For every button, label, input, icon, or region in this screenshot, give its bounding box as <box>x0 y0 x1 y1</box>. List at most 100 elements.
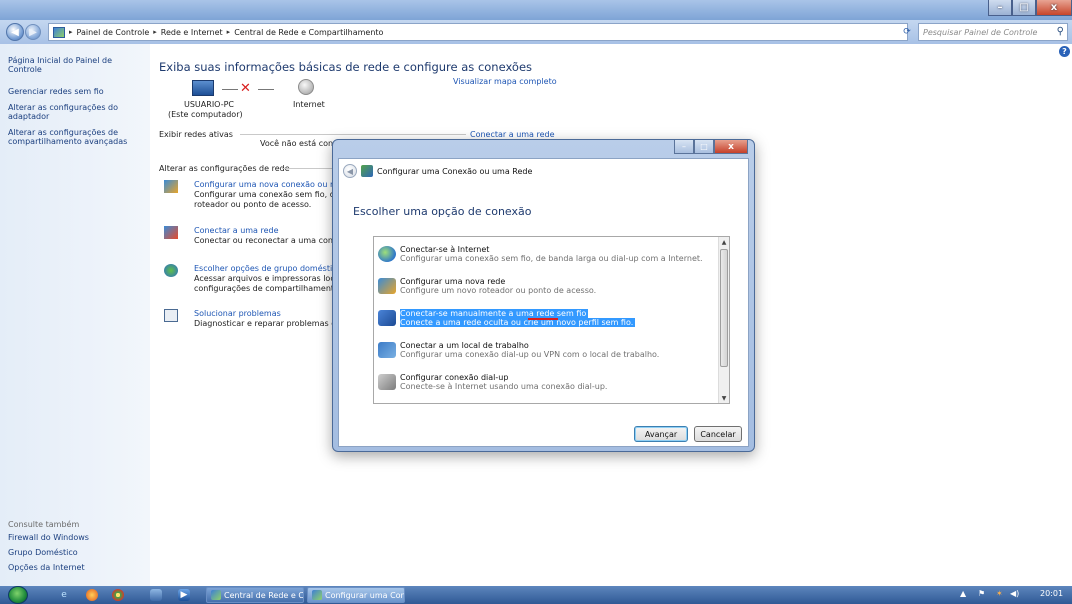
see-also-internet-options[interactable]: Opções da Internet <box>8 563 143 572</box>
option-title: Configurar conexão dial-up <box>400 373 509 382</box>
option-manual-wireless[interactable]: Conectar-se manualmente a uma rede sem f… <box>376 306 718 336</box>
task-connect-network-desc: Conectar ou reconectar a uma conexão <box>194 236 353 245</box>
option-desc: Configurar uma conexão dial-up ou VPN co… <box>400 350 660 359</box>
sidebar-link-adapter[interactable]: Alterar as configurações do adaptador <box>8 103 143 121</box>
see-also-homegroup[interactable]: Grupo Doméstico <box>8 548 143 557</box>
scroll-down-icon[interactable]: ▼ <box>719 393 729 403</box>
connection-option-list[interactable]: Conectar-se à Internet Configurar uma co… <box>373 236 730 404</box>
search-input[interactable]: Pesquisar Painel de Controle ⚲ <box>918 23 1068 41</box>
control-panel-icon <box>53 26 65 38</box>
minimize-button[interactable]: – <box>988 0 1012 16</box>
task-homegroup-link[interactable]: Escolher opções de grupo doméstico e <box>194 264 349 273</box>
see-also-title: Consulte também <box>8 520 80 529</box>
maximize-button[interactable]: □ <box>1012 0 1036 16</box>
wireless-computer-icon <box>378 310 396 326</box>
dialog-back-button[interactable]: ◀ <box>343 164 357 178</box>
volume-icon[interactable]: ◀) <box>1010 589 1019 598</box>
cancel-button[interactable]: Cancelar <box>694 426 742 442</box>
scroll-up-icon[interactable]: ▲ <box>719 237 729 247</box>
breadcrumb-network-center[interactable]: Central de Rede e Compartilhamento <box>234 28 383 37</box>
refresh-icon[interactable]: ⟳ <box>900 23 914 41</box>
left-pane: Página Inicial do Painel de Controle Ger… <box>0 44 150 586</box>
sidebar-link-sharing[interactable]: Alterar as configurações de compartilham… <box>8 128 143 146</box>
action-center-flag-icon[interactable]: ⚑ <box>978 589 985 598</box>
see-also-firewall[interactable]: Firewall do Windows <box>8 533 143 542</box>
network-line <box>258 89 274 90</box>
internet-globe-icon <box>298 79 314 95</box>
option-title: Conectar-se manualmente a uma rede sem f… <box>400 309 589 318</box>
search-placeholder: Pesquisar Painel de Controle <box>923 27 1038 37</box>
dialog-window-controls: – □ x <box>674 140 748 154</box>
window-titlebar: – □ x <box>0 0 1072 20</box>
connect-to-network-link[interactable]: Conectar a uma rede <box>470 130 555 139</box>
sidebar-link-home[interactable]: Página Inicial do Painel de Controle <box>8 56 143 74</box>
chrome-icon[interactable] <box>112 589 124 601</box>
dialog-body: ◀ Configurar uma Conexão ou uma Rede Esc… <box>338 158 749 447</box>
taskbar-item-label: Central de Rede e Co... <box>224 590 304 600</box>
globe-icon <box>378 246 396 262</box>
active-networks-label: Exibir redes ativas <box>159 130 233 139</box>
start-button[interactable] <box>8 586 28 604</box>
breadcrumb-network-internet[interactable]: Rede e Internet <box>161 28 223 37</box>
dialog-maximize-button[interactable]: □ <box>694 140 714 154</box>
dialog-close-button[interactable]: x <box>714 140 748 154</box>
internet-explorer-icon[interactable]: e <box>58 589 70 601</box>
network-setup-icon <box>361 165 373 177</box>
task-homegroup-desc: Acessar arquivos e impressoras localiza c… <box>194 274 354 293</box>
taskbar-item-setup-connection[interactable]: Configurar uma Con... <box>307 587 405 603</box>
option-new-network[interactable]: Configurar uma nova rede Configure um no… <box>376 274 718 304</box>
task-new-connection-link[interactable]: Configurar uma nova conexão ou rede <box>194 180 348 189</box>
back-button[interactable]: ◀ <box>6 23 24 41</box>
firefox-icon[interactable] <box>86 589 98 601</box>
search-icon[interactable]: ⚲ <box>1057 26 1064 37</box>
option-title: Conectar-se à Internet <box>400 245 490 254</box>
network-center-icon <box>211 590 221 600</box>
forward-button[interactable]: ▶ <box>25 24 41 40</box>
network-status-icon[interactable]: ✶ <box>996 589 1003 598</box>
option-desc: Conecte a uma rede oculta ou crie um nov… <box>400 318 636 327</box>
task-troubleshoot-link[interactable]: Solucionar problemas <box>194 309 281 318</box>
homegroup-icon <box>164 264 178 277</box>
computer-subtitle: (Este computador) <box>168 110 243 119</box>
dialog-title: Configurar uma Conexão ou uma Rede <box>377 167 533 176</box>
view-full-map-link[interactable]: Visualizar mapa completo <box>453 77 557 86</box>
option-desc: Configure um novo roteador ou ponto de a… <box>400 286 597 295</box>
taskbar: e ▶ Central de Rede e Co... Configurar u… <box>0 586 1072 604</box>
dialog-header: ◀ Configurar uma Conexão ou uma Rede <box>339 159 748 185</box>
breadcrumb-separator: ▸ <box>226 28 231 36</box>
address-bar[interactable]: ▸ Painel de Controle ▸ Rede e Internet ▸… <box>48 23 908 41</box>
scroll-thumb[interactable] <box>720 249 728 367</box>
navigation-bar: ◀ ▶ ▸ Painel de Controle ▸ Rede e Intern… <box>0 20 1072 44</box>
close-button[interactable]: x <box>1036 0 1072 16</box>
show-hidden-icons[interactable]: ▲ <box>960 589 966 598</box>
media-player-icon[interactable]: ▶ <box>178 589 190 601</box>
dialog-subtitle: Escolher uma opção de conexão <box>353 205 532 218</box>
task-new-connection-desc: Configurar uma conexão sem fio, de ba rot… <box>194 190 353 209</box>
divider <box>240 134 466 135</box>
disconnected-x-icon[interactable]: ✕ <box>240 81 251 96</box>
option-workplace[interactable]: Conectar a um local de trabalho Configur… <box>376 338 718 368</box>
computer-name: USUARIO-PC <box>184 100 234 109</box>
computer-icon <box>192 80 214 96</box>
telephone-icon <box>378 374 396 390</box>
breadcrumb-control-panel[interactable]: Painel de Controle <box>77 28 150 37</box>
troubleshoot-icon <box>164 309 178 322</box>
option-title: Configurar uma nova rede <box>400 277 506 286</box>
sidebar-link-wireless[interactable]: Gerenciar redes sem fio <box>8 87 143 96</box>
next-button[interactable]: Avançar <box>634 426 688 442</box>
setup-connection-dialog: – □ x ◀ Configurar uma Conexão ou uma Re… <box>332 139 755 452</box>
option-connect-internet[interactable]: Conectar-se à Internet Configurar uma co… <box>376 242 718 272</box>
file-explorer-icon[interactable] <box>150 589 162 601</box>
divider <box>282 168 332 169</box>
help-icon[interactable]: ? <box>1059 46 1070 57</box>
option-desc: Conecte-se à Internet usando uma conexão… <box>400 382 608 391</box>
task-connect-network-link[interactable]: Conectar a uma rede <box>194 226 279 235</box>
option-title: Conectar a um local de trabalho <box>400 341 529 350</box>
taskbar-item-network-center[interactable]: Central de Rede e Co... <box>206 587 304 603</box>
option-dialup[interactable]: Configurar conexão dial-up Conecte-se à … <box>376 370 718 400</box>
option-list-scrollbar[interactable]: ▲ ▼ <box>718 237 729 403</box>
clock[interactable]: 20:01 <box>1040 589 1063 598</box>
option-desc: Configurar uma conexão sem fio, de banda… <box>400 254 703 263</box>
dialog-minimize-button[interactable]: – <box>674 140 694 154</box>
breadcrumb-separator: ▸ <box>69 28 73 36</box>
